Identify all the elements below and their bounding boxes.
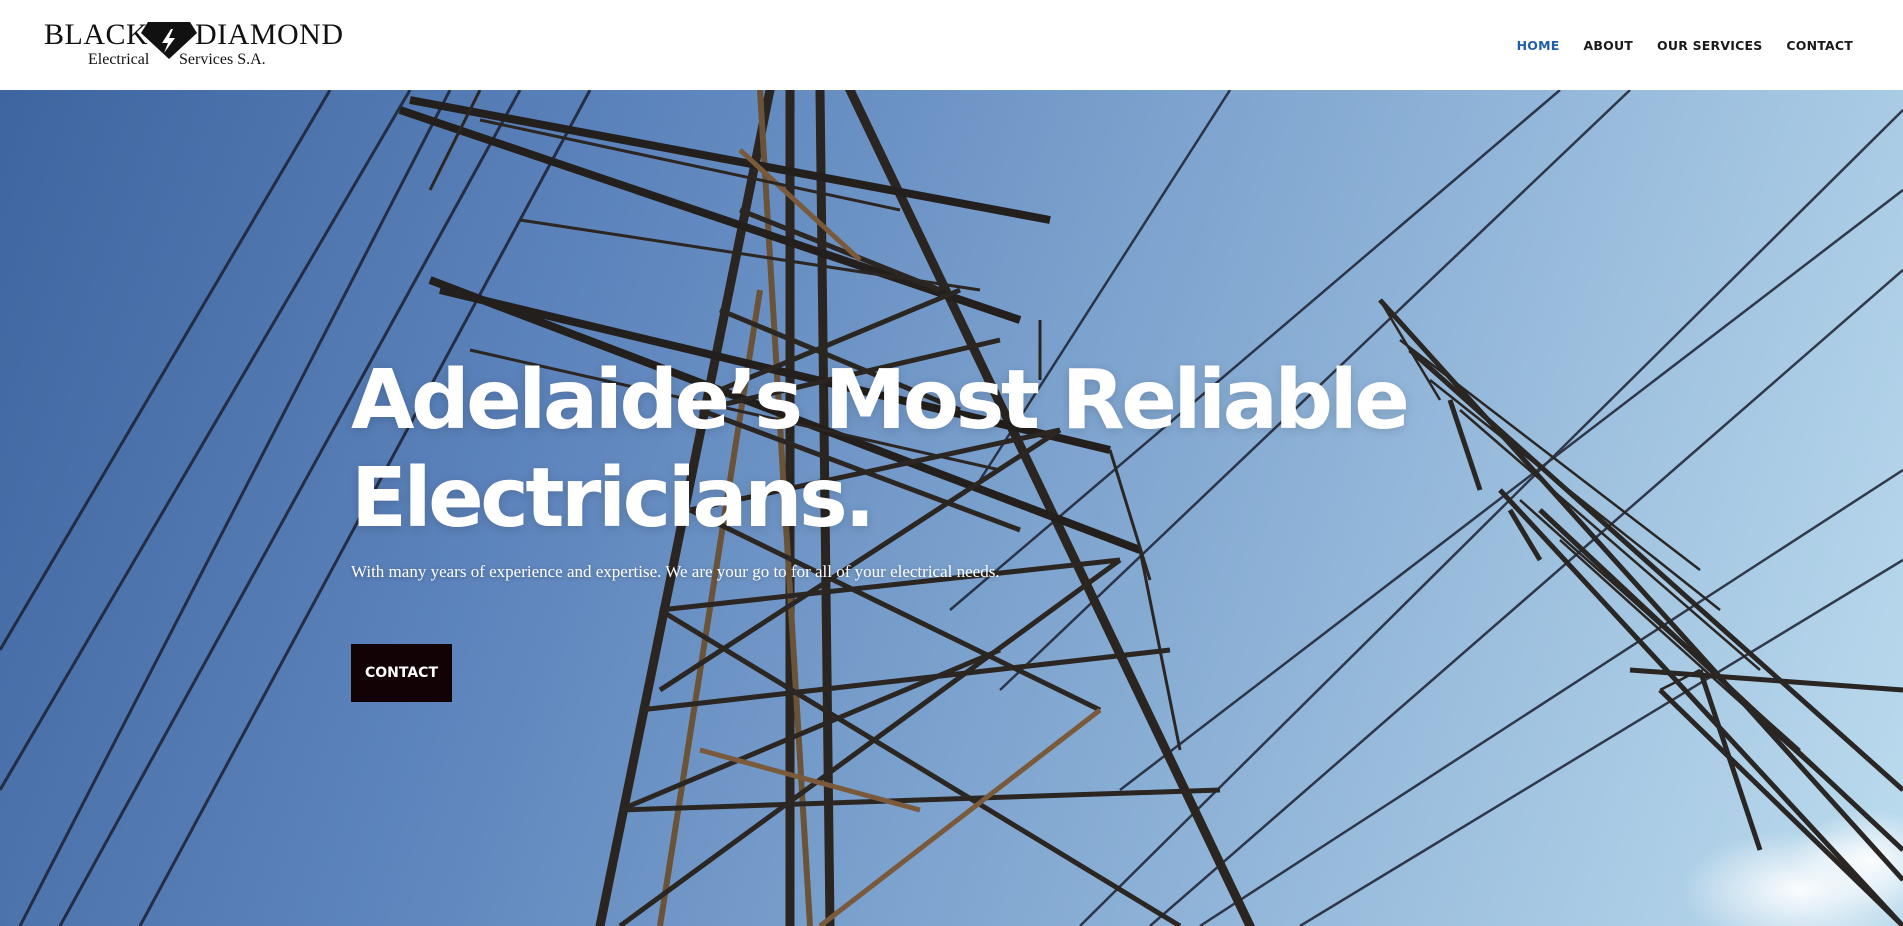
logo-word-black: BLACK: [44, 18, 149, 51]
nav-about[interactable]: ABOUT: [1584, 38, 1634, 53]
logo-word-diamond: DIAMOND: [195, 18, 344, 51]
hero-title-line2: Electricians.: [351, 451, 875, 546]
nav-home[interactable]: HOME: [1517, 38, 1560, 53]
main-nav: HOME ABOUT OUR SERVICES CONTACT: [1493, 38, 1853, 53]
hero-title-line1: Adelaide’s Most Reliable: [351, 353, 1410, 448]
hero-content: Adelaide’s Most Reliable Electricians. W…: [351, 352, 1451, 702]
hero-subtitle: With many years of experience and expert…: [351, 562, 1000, 581]
logo-sub-services: Services S.A.: [179, 51, 266, 68]
site-logo[interactable]: BLACK DIAMOND Electrical Services S.A.: [44, 18, 343, 71]
site-header: BLACK DIAMOND Electrical Services S.A. H…: [0, 0, 1903, 90]
hero-section: Adelaide’s Most Reliable Electricians. W…: [0, 90, 1903, 926]
nav-contact[interactable]: CONTACT: [1786, 38, 1853, 53]
hero-title: Adelaide’s Most Reliable Electricians.: [351, 352, 1451, 548]
hero-contact-button[interactable]: CONTACT: [351, 644, 452, 702]
logo-sub-electrical: Electrical: [88, 51, 150, 68]
nav-our-services[interactable]: OUR SERVICES: [1657, 38, 1762, 53]
